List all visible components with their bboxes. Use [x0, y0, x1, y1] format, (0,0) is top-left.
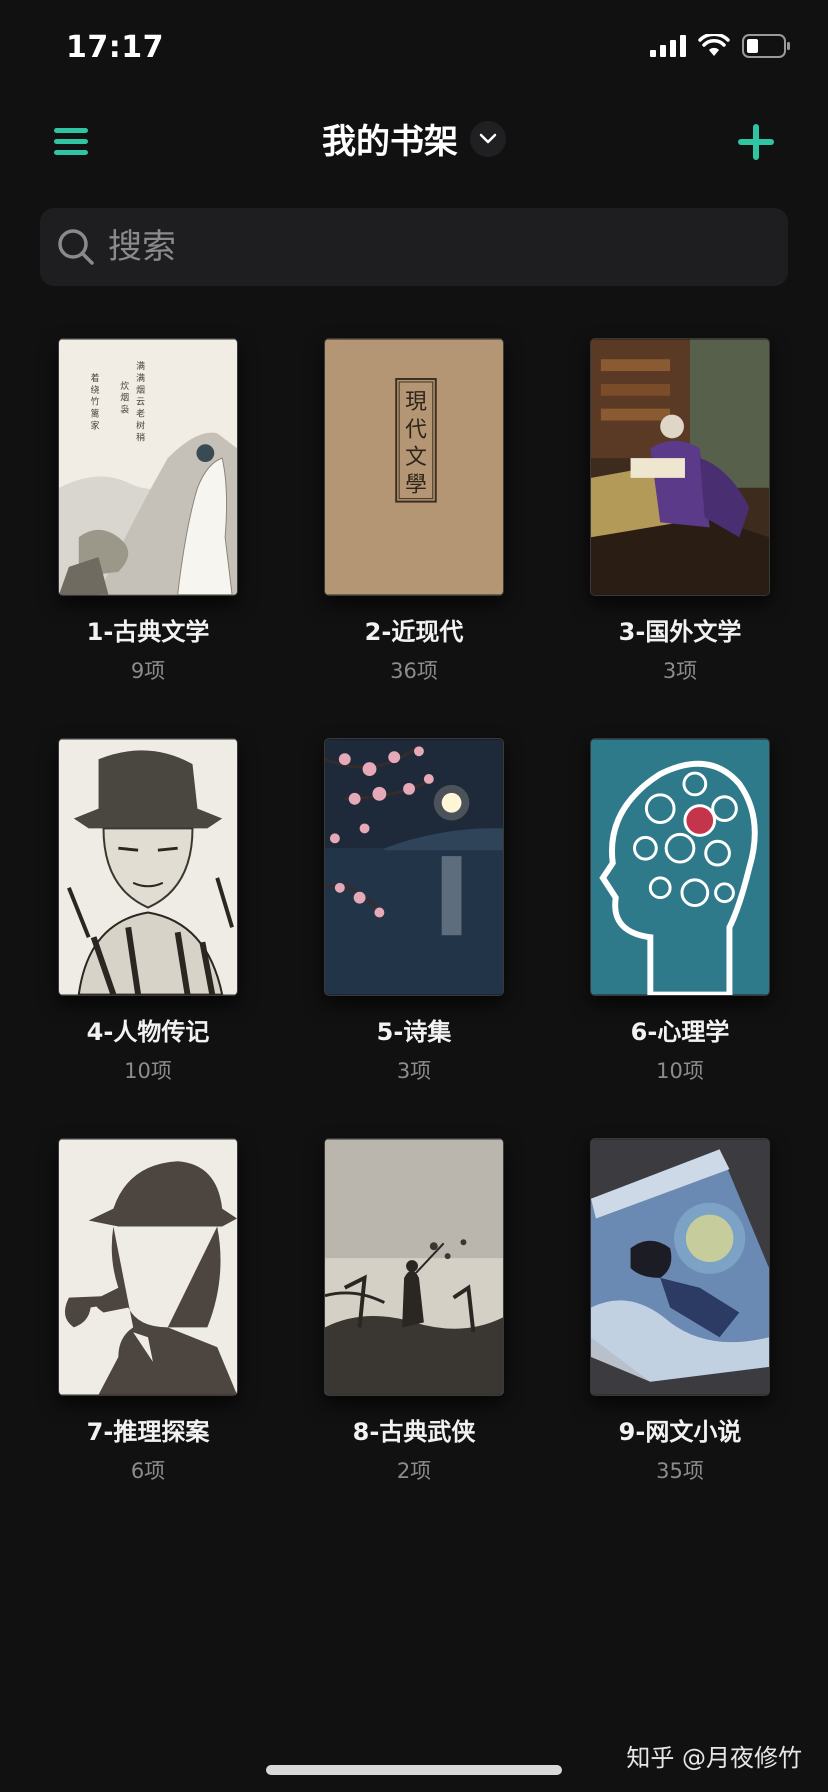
book-cover — [324, 1138, 504, 1396]
wifi-icon — [698, 34, 730, 56]
book-title: 9-网文小说 — [618, 1418, 742, 1446]
svg-text:現: 現 — [405, 390, 427, 415]
book-item[interactable]: 7-推理探案 6项 — [58, 1138, 238, 1538]
book-item[interactable]: 6-心理学 10项 — [590, 738, 770, 1138]
signal-icon — [650, 35, 686, 57]
home-indicator[interactable] — [266, 1765, 562, 1775]
title-group: 我的书架 — [0, 114, 828, 163]
svg-text:着: 着 — [91, 372, 100, 384]
book-item[interactable]: 3-国外文学 3项 — [590, 338, 770, 738]
oil-painting-cover — [591, 339, 769, 595]
svg-text:满: 满 — [136, 361, 145, 372]
book-item[interactable]: 8-古典武侠 2项 — [324, 1138, 504, 1538]
book-count: 35项 — [656, 1459, 704, 1483]
svg-text:家: 家 — [91, 419, 100, 431]
svg-text:學: 學 — [405, 473, 427, 498]
book-count: 3项 — [396, 1059, 432, 1083]
book-cover — [58, 738, 238, 996]
book-item[interactable]: 4-人物传记 10项 — [58, 738, 238, 1138]
kraft-paper-cover: 現代文學 — [325, 339, 503, 595]
chevron-down-icon — [479, 133, 497, 143]
wuxia-ink-cover — [325, 1139, 503, 1395]
bookshelf-grid: 满满烟云老树稍 炊烟袅 着绕竹篱家 1-古典文学 9项 現代文學 2-近现代 3… — [58, 338, 770, 1538]
book-item[interactable]: 满满烟云老树稍 炊烟袅 着绕竹篱家 1-古典文学 9项 — [58, 338, 238, 738]
book-cover — [590, 1138, 770, 1396]
svg-text:云: 云 — [136, 398, 145, 408]
detective-silhouette-cover — [59, 1139, 237, 1395]
book-item[interactable]: 5-诗集 3项 — [324, 738, 504, 1138]
svg-text:文: 文 — [405, 445, 427, 470]
book-title: 4-人物传记 — [86, 1018, 210, 1046]
book-cover: 現代文學 — [324, 338, 504, 596]
svg-text:烟: 烟 — [120, 392, 129, 404]
svg-text:绕: 绕 — [91, 384, 100, 396]
book-cover — [324, 738, 504, 996]
book-item[interactable]: 現代文學 2-近现代 36项 — [324, 338, 504, 738]
book-count: 3项 — [662, 659, 698, 683]
book-title: 1-古典文学 — [86, 618, 210, 646]
book-title: 5-诗集 — [376, 1018, 452, 1046]
book-count: 6项 — [130, 1459, 166, 1483]
search-input[interactable] — [106, 226, 710, 268]
status-icons — [650, 34, 792, 58]
classical-painting-cover: 满满烟云老树稍 炊烟袅 着绕竹篱家 — [59, 339, 237, 595]
bookshelf-dropdown-button[interactable] — [470, 120, 506, 157]
svg-text:篱: 篱 — [91, 408, 100, 420]
gear-head-cover — [591, 739, 769, 995]
svg-text:代: 代 — [405, 417, 427, 442]
blossom-moon-cover — [325, 739, 503, 995]
book-title: 7-推理探案 — [86, 1418, 210, 1446]
status-time: 17:17 — [66, 30, 164, 65]
book-cover — [590, 338, 770, 596]
status-bar: 17:17 — [0, 0, 828, 100]
book-count: 36项 — [390, 659, 438, 683]
book-title: 6-心理学 — [630, 1018, 730, 1046]
svg-text:老: 老 — [136, 408, 145, 420]
fantasy-book-cover — [591, 1139, 769, 1395]
page-title[interactable]: 我的书架 — [322, 114, 458, 163]
book-cover — [590, 738, 770, 996]
svg-text:稍: 稍 — [136, 431, 145, 443]
nav-bar: 我的书架 — [0, 100, 828, 184]
svg-text:炊: 炊 — [120, 380, 129, 392]
add-button[interactable] — [734, 120, 778, 164]
book-title: 2-近现代 — [364, 618, 464, 646]
book-title: 3-国外文学 — [618, 618, 742, 646]
plus-icon — [738, 124, 774, 160]
ink-portrait-cover — [59, 739, 237, 995]
book-count: 10项 — [656, 1059, 704, 1083]
book-count: 10项 — [124, 1059, 172, 1083]
svg-text:树: 树 — [136, 419, 145, 431]
watermark: 知乎 @月夜修竹 — [626, 1744, 802, 1772]
svg-text:竹: 竹 — [91, 396, 100, 408]
search-icon — [58, 229, 94, 265]
battery-icon — [742, 34, 790, 58]
book-cover: 满满烟云老树稍 炊烟袅 着绕竹篱家 — [58, 338, 238, 596]
book-title: 8-古典武侠 — [352, 1418, 476, 1446]
book-count: 9项 — [130, 659, 166, 683]
svg-text:满: 满 — [136, 373, 145, 384]
book-cover — [58, 1138, 238, 1396]
book-count: 2项 — [396, 1459, 432, 1483]
svg-text:烟: 烟 — [136, 384, 145, 396]
search-bar[interactable] — [40, 208, 788, 286]
book-item[interactable]: 9-网文小说 35项 — [590, 1138, 770, 1538]
svg-text:袅: 袅 — [120, 404, 129, 416]
